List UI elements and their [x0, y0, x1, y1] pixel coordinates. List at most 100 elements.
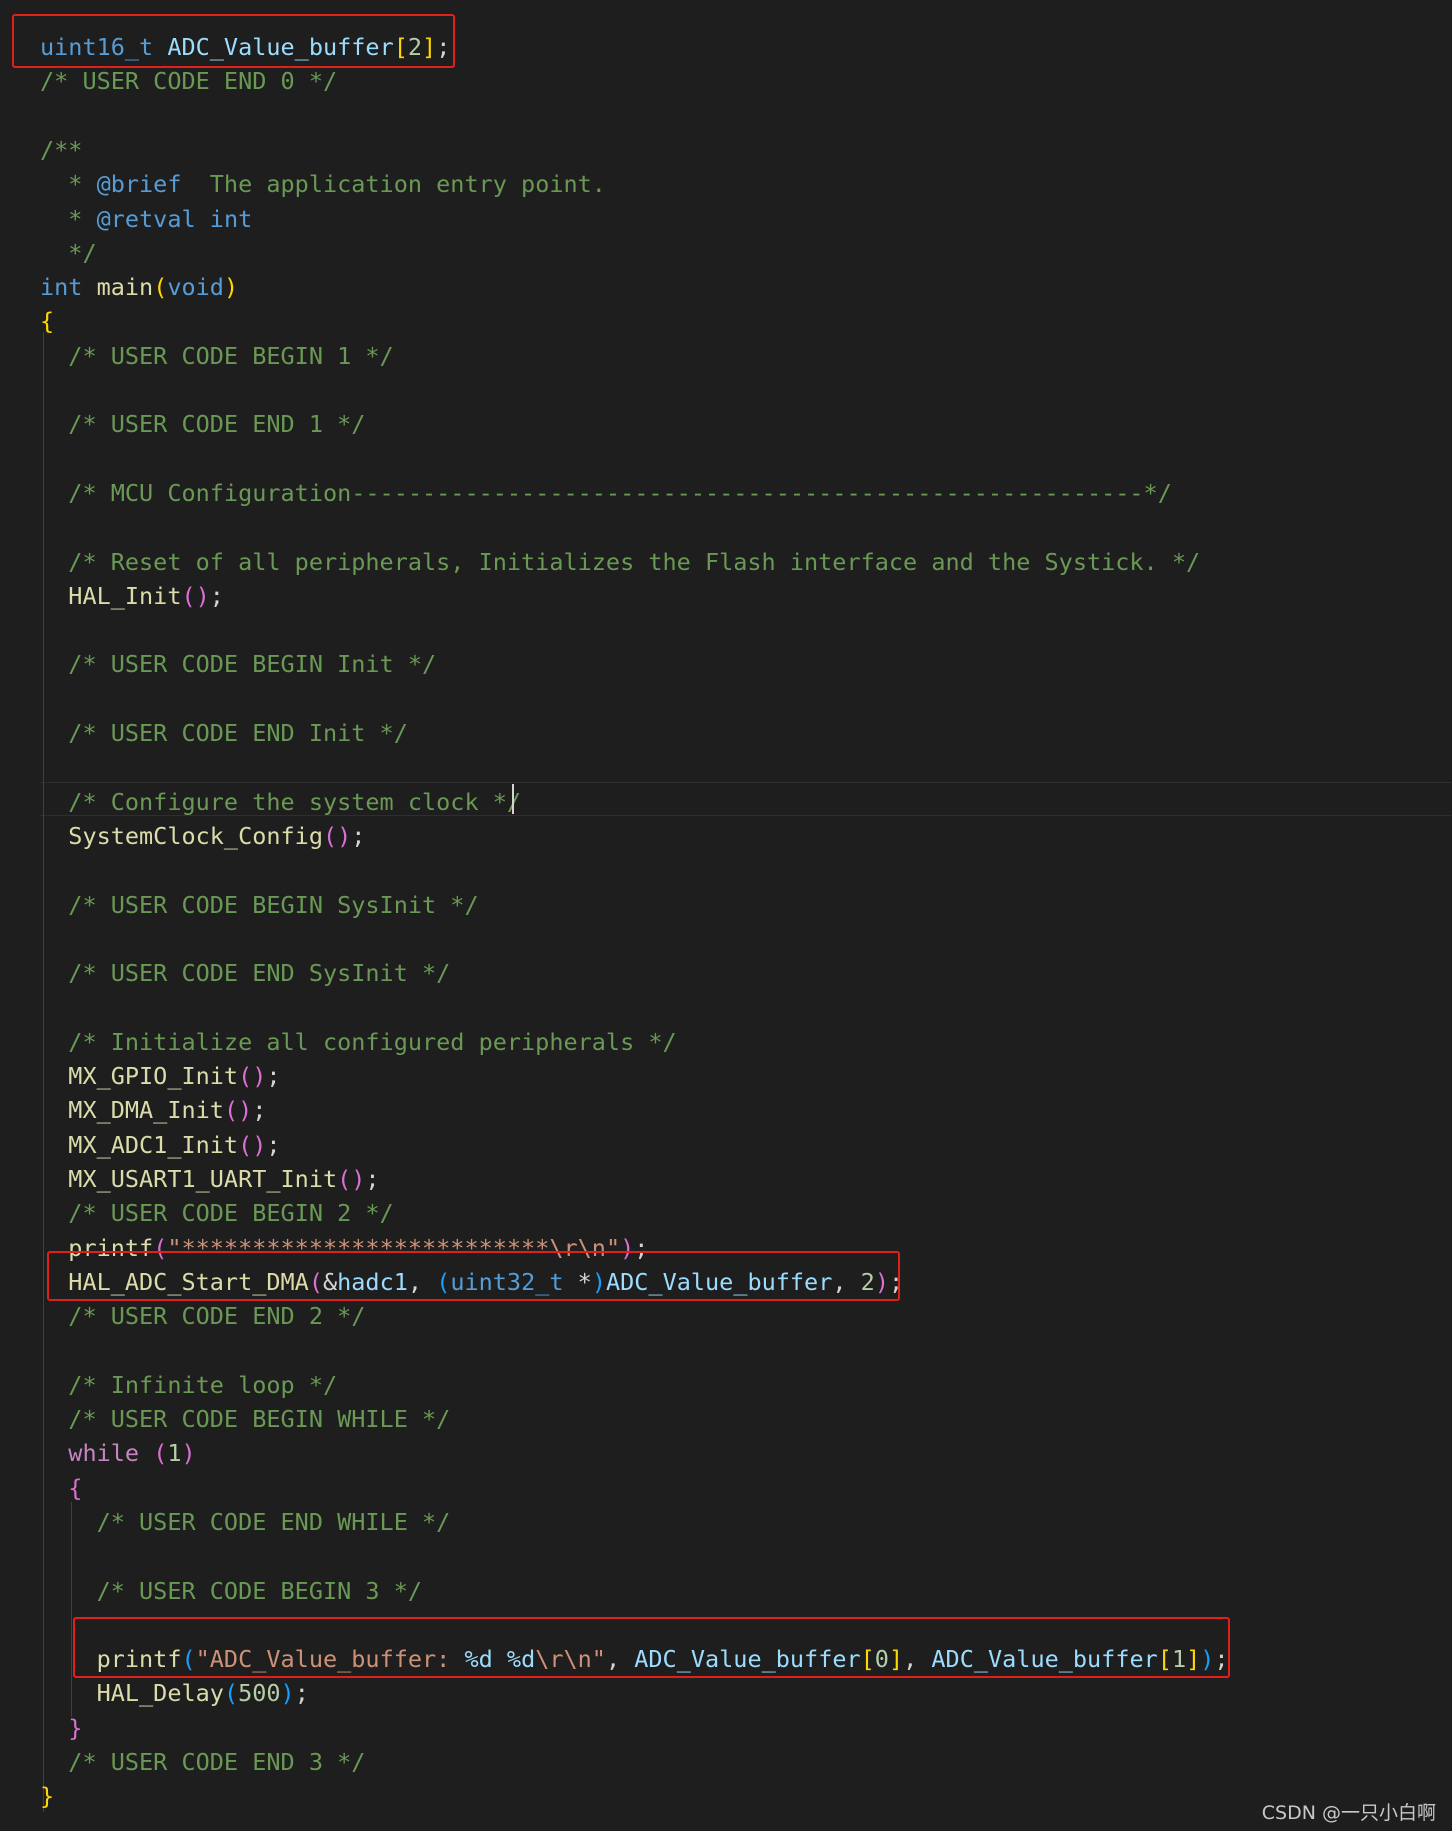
- code-token-plain: ;: [252, 1096, 267, 1125]
- code-line[interactable]: /* USER CODE BEGIN Init */: [40, 647, 436, 681]
- code-token-brace2: (): [337, 1164, 366, 1193]
- code-token-doctag: @brief: [96, 170, 182, 199]
- code-token-brace2: (): [238, 1062, 267, 1090]
- code-token-plain: ;: [365, 1164, 380, 1193]
- code-token-number: 1: [167, 1439, 182, 1468]
- code-token-brace1: }: [40, 1782, 55, 1811]
- code-token-brace1: {: [40, 307, 55, 336]
- code-token-keyword: while: [68, 1439, 140, 1468]
- code-line[interactable]: /* USER CODE END SysInit */: [40, 956, 450, 990]
- code-line[interactable]: /* USER CODE BEGIN 1 */: [40, 339, 393, 373]
- code-line[interactable]: /* Infinite loop */: [40, 1368, 337, 1402]
- code-line[interactable]: /* USER CODE END Init */: [40, 716, 408, 750]
- code-token-comment: /* USER CODE END WHILE */: [40, 1507, 451, 1536]
- code-line[interactable]: /* USER CODE BEGIN 2 */: [40, 1196, 394, 1230]
- code-token-type: void: [167, 273, 224, 302]
- code-token-brace2: ): [181, 1439, 196, 1468]
- code-line[interactable]: HAL_Init();: [40, 579, 224, 613]
- text-cursor: [512, 784, 514, 814]
- code-token-comment: /* Reset of all peripherals, Initializes…: [40, 547, 1201, 576]
- highlight-box-adc-start-dma: [47, 1251, 900, 1301]
- code-token-brace3: ): [280, 1679, 295, 1708]
- code-token-comment: */: [40, 238, 97, 267]
- code-token-brace2: (: [153, 1439, 168, 1468]
- code-line[interactable]: /* USER CODE END WHILE */: [40, 1505, 451, 1539]
- code-token-comment: /* USER CODE BEGIN WHILE */: [40, 1405, 451, 1433]
- code-token-doctag: @retval: [96, 204, 196, 233]
- watermark: CSDN @一只小白啊: [1261, 1802, 1436, 1824]
- code-line[interactable]: /* Configure the system clock */: [40, 785, 521, 819]
- code-line[interactable]: /* MCU Configuration--------------------…: [40, 476, 1172, 510]
- code-line[interactable]: SystemClock_Config();: [40, 819, 365, 853]
- code-token-brace2: (): [181, 581, 210, 610]
- code-token-brace3: (: [223, 1679, 239, 1708]
- code-token-comment: /* Configure the system clock */: [40, 787, 522, 816]
- code-line[interactable]: while (1): [40, 1436, 196, 1470]
- code-token-func: SystemClock_Config: [68, 821, 323, 850]
- code-token-comment: /* USER CODE END 2 */: [40, 1302, 366, 1331]
- code-token-func: HAL_Init: [68, 581, 182, 610]
- code-line[interactable]: /* Initialize all configured peripherals…: [40, 1025, 676, 1059]
- code-token-brace2: {: [68, 1473, 83, 1502]
- code-token-func: MX_USART1_UART_Init: [68, 1164, 338, 1193]
- highlight-box-buffer-declaration: [12, 14, 455, 68]
- code-line[interactable]: /* USER CODE BEGIN WHILE */: [40, 1402, 450, 1436]
- code-token-plain: ;: [266, 1062, 281, 1090]
- code-token-comment: /* USER CODE BEGIN 2 */: [40, 1199, 394, 1228]
- code-token-func: main: [96, 273, 154, 302]
- code-token-func: MX_ADC1_Init: [68, 1130, 239, 1159]
- code-token-plain: ;: [209, 581, 224, 610]
- code-token-brace2: (): [322, 821, 352, 850]
- code-token-comment: /**: [40, 135, 83, 164]
- code-token-func: MX_GPIO_Init: [68, 1062, 239, 1090]
- code-token-comment: /* USER CODE END SysInit */: [40, 959, 451, 988]
- code-line[interactable]: /**: [40, 133, 82, 167]
- code-line[interactable]: int main(void): [40, 270, 238, 304]
- code-line[interactable]: /* USER CODE END 0 */: [40, 64, 337, 98]
- code-token-comment: The application entry point.: [181, 170, 606, 199]
- code-line[interactable]: * @brief The application entry point.: [40, 167, 606, 201]
- code-token-brace2: }: [68, 1713, 83, 1742]
- code-line[interactable]: }: [40, 1711, 82, 1745]
- code-token-comment: *: [40, 204, 97, 233]
- code-line[interactable]: /* Reset of all peripherals, Initializes…: [40, 545, 1200, 579]
- code-token-plain: ;: [294, 1679, 309, 1708]
- code-token-brace1: (: [153, 273, 168, 302]
- code-line[interactable]: MX_ADC1_Init();: [40, 1128, 280, 1162]
- code-line[interactable]: MX_DMA_Init();: [40, 1093, 266, 1127]
- code-line[interactable]: /* USER CODE END 2 */: [40, 1299, 365, 1333]
- code-line[interactable]: {: [40, 1471, 82, 1505]
- code-token-comment: /* MCU Configuration--------------------…: [40, 478, 1172, 507]
- code-line[interactable]: MX_USART1_UART_Init();: [40, 1162, 380, 1196]
- code-line[interactable]: /* USER CODE END 1 */: [40, 407, 365, 441]
- code-token-comment: /* USER CODE END 3 */: [40, 1748, 366, 1776]
- code-line[interactable]: }: [40, 1779, 54, 1813]
- code-line[interactable]: {: [40, 304, 54, 338]
- code-line[interactable]: /* USER CODE BEGIN SysInit */: [40, 888, 478, 922]
- code-line[interactable]: HAL_Delay(500);: [40, 1676, 309, 1710]
- code-token-comment: /* Infinite loop */: [40, 1370, 338, 1399]
- code-token-number: 500: [238, 1679, 281, 1708]
- code-token-comment: *: [40, 170, 97, 199]
- code-token-comment: /* USER CODE BEGIN Init */: [40, 650, 437, 679]
- code-line[interactable]: * @retval int: [40, 202, 252, 236]
- code-line[interactable]: MX_GPIO_Init();: [40, 1059, 281, 1093]
- code-line[interactable]: */: [40, 236, 97, 270]
- code-token-comment: /* USER CODE END Init */: [40, 719, 408, 747]
- code-editor[interactable]: uint16_t ADC_Value_buffer[2];/* USER COD…: [0, 0, 1452, 1831]
- code-token-brace1: ): [223, 273, 239, 302]
- code-token-type: int: [209, 204, 253, 233]
- code-line[interactable]: /* USER CODE END 3 */: [40, 1745, 365, 1779]
- code-line[interactable]: /* USER CODE BEGIN 3 */: [40, 1574, 422, 1608]
- highlight-box-printf-buffer: [73, 1617, 1230, 1678]
